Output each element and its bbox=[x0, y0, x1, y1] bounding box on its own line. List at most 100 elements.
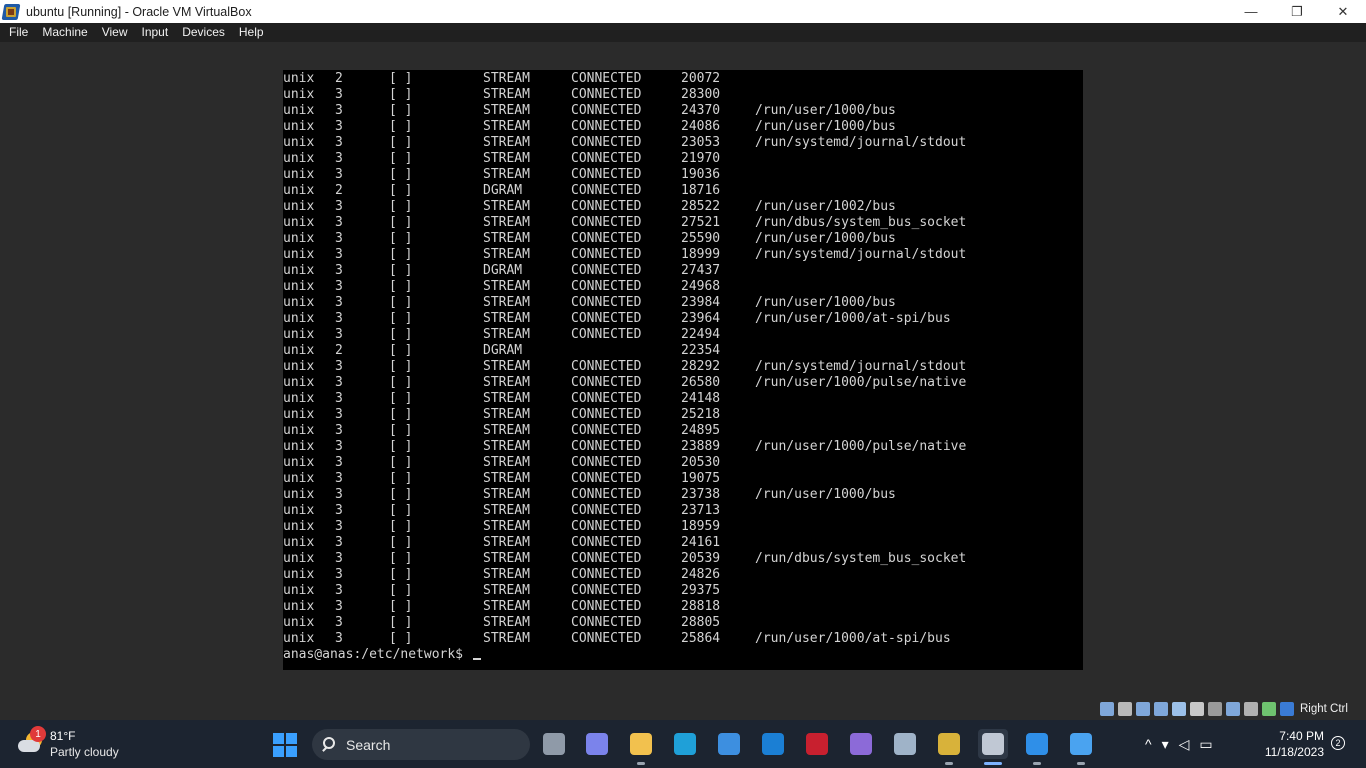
display-icon[interactable] bbox=[1190, 702, 1204, 716]
socket-state: CONNECTED bbox=[571, 71, 642, 86]
socket-type: STREAM bbox=[483, 359, 530, 374]
socket-refcnt: 3 bbox=[335, 407, 343, 422]
socket-state: CONNECTED bbox=[571, 599, 642, 614]
socket-inode: 29375 bbox=[681, 583, 721, 598]
taskbar-clock[interactable]: 7:40 PM 11/18/2023 bbox=[1258, 728, 1324, 760]
restore-button[interactable]: ❐ bbox=[1274, 0, 1320, 23]
prompt-text: anas@anas:/etc/network$ bbox=[283, 647, 471, 662]
socket-type: STREAM bbox=[483, 215, 530, 230]
host-key-label[interactable]: Right Ctrl bbox=[1300, 703, 1348, 715]
taskbar-app[interactable] bbox=[582, 729, 612, 759]
restore-icon: ❐ bbox=[1291, 3, 1303, 19]
taskbar-app[interactable] bbox=[670, 729, 700, 759]
socket-flags: [ ] bbox=[389, 551, 413, 566]
close-button[interactable]: ✕ bbox=[1320, 0, 1366, 23]
socket-refcnt: 3 bbox=[335, 535, 343, 550]
socket-state: CONNECTED bbox=[571, 519, 642, 534]
socket-type: STREAM bbox=[483, 135, 530, 150]
taskbar-search[interactable]: Search bbox=[312, 729, 530, 760]
cpu-icon[interactable] bbox=[1244, 702, 1258, 716]
taskbar-app[interactable] bbox=[978, 729, 1008, 765]
taskbar-app[interactable] bbox=[1022, 729, 1052, 765]
running-indicator bbox=[637, 762, 645, 765]
network-icon[interactable] bbox=[1136, 702, 1150, 716]
window-title: ubuntu [Running] - Oracle VM VirtualBox bbox=[26, 4, 252, 19]
start-button[interactable] bbox=[273, 733, 297, 757]
socket-refcnt: 3 bbox=[335, 567, 343, 582]
title-bar: ubuntu [Running] - Oracle VM VirtualBox … bbox=[0, 0, 1366, 23]
socket-proto: unix bbox=[283, 567, 315, 582]
shell-prompt[interactable]: anas@anas:/etc/network$ bbox=[283, 647, 481, 663]
terminal-screen[interactable]: anas@anas:/etc/network$ unix 2 [ ] STREAM CO… bbox=[283, 70, 1083, 670]
vm-status-bar: Right Ctrl bbox=[1100, 698, 1366, 720]
socket-inode: 28292 bbox=[681, 359, 721, 374]
socket-inode: 27437 bbox=[681, 263, 721, 278]
recording-icon[interactable] bbox=[1208, 702, 1222, 716]
socket-type: STREAM bbox=[483, 567, 530, 582]
socket-refcnt: 3 bbox=[335, 615, 343, 630]
taskbar-app[interactable] bbox=[890, 729, 920, 759]
socket-refcnt: 3 bbox=[335, 279, 343, 294]
running-indicator bbox=[1033, 762, 1041, 765]
menu-bar: File Machine View Input Devices Help bbox=[0, 23, 1366, 42]
battery-icon[interactable]: ▭ bbox=[1199, 736, 1212, 753]
taskbar-app[interactable] bbox=[934, 729, 964, 765]
photos-icon bbox=[1070, 733, 1092, 755]
weather-temp: 81°F bbox=[50, 729, 76, 743]
menu-file[interactable]: File bbox=[2, 23, 35, 42]
socket-flags: [ ] bbox=[389, 471, 413, 486]
menu-machine[interactable]: Machine bbox=[35, 23, 94, 42]
weather-widget[interactable]: 1 81°F Partly cloudy bbox=[16, 726, 146, 762]
socket-state: CONNECTED bbox=[571, 295, 642, 310]
socket-inode: 18999 bbox=[681, 247, 721, 262]
menu-view[interactable]: View bbox=[95, 23, 135, 42]
mouse-integration-icon[interactable] bbox=[1262, 702, 1276, 716]
taskbar-app[interactable] bbox=[714, 729, 744, 759]
socket-flags: [ ] bbox=[389, 103, 413, 118]
socket-inode: 20539 bbox=[681, 551, 721, 566]
usb-icon[interactable] bbox=[1154, 702, 1168, 716]
socket-type: STREAM bbox=[483, 103, 530, 118]
menu-input[interactable]: Input bbox=[135, 23, 176, 42]
socket-state: CONNECTED bbox=[571, 391, 642, 406]
keyboard-icon[interactable] bbox=[1280, 702, 1294, 716]
socket-state: CONNECTED bbox=[571, 551, 642, 566]
optical-drive-icon[interactable] bbox=[1100, 702, 1114, 716]
task-view-icon bbox=[543, 733, 565, 755]
taskbar-app[interactable] bbox=[802, 729, 832, 759]
volume-icon[interactable]: ◁ bbox=[1179, 736, 1190, 753]
taskbar-app[interactable] bbox=[846, 729, 876, 759]
socket-flags: [ ] bbox=[389, 247, 413, 262]
socket-type: STREAM bbox=[483, 599, 530, 614]
socket-proto: unix bbox=[283, 631, 315, 646]
socket-path: /run/systemd/journal/stdout bbox=[755, 359, 967, 374]
socket-type: STREAM bbox=[483, 583, 530, 598]
socket-refcnt: 3 bbox=[335, 103, 343, 118]
socket-inode: 18716 bbox=[681, 183, 721, 198]
show-hidden-icons-icon[interactable]: ^ bbox=[1145, 736, 1152, 752]
socket-flags: [ ] bbox=[389, 423, 413, 438]
shared-folders-icon[interactable] bbox=[1172, 702, 1186, 716]
socket-refcnt: 3 bbox=[335, 551, 343, 566]
socket-proto: unix bbox=[283, 551, 315, 566]
menu-help[interactable]: Help bbox=[232, 23, 271, 42]
text-cursor bbox=[472, 658, 481, 660]
minimize-button[interactable]: — bbox=[1228, 0, 1274, 23]
taskbar-app[interactable] bbox=[539, 729, 569, 759]
socket-flags: [ ] bbox=[389, 407, 413, 422]
socket-inode: 25218 bbox=[681, 407, 721, 422]
socket-refcnt: 3 bbox=[335, 439, 343, 454]
guest-additions-icon[interactable] bbox=[1226, 702, 1240, 716]
audio-icon[interactable] bbox=[1118, 702, 1132, 716]
taskbar-app[interactable] bbox=[626, 729, 656, 765]
socket-flags: [ ] bbox=[389, 375, 413, 390]
wifi-icon[interactable]: ▾ bbox=[1162, 736, 1169, 753]
notification-badge[interactable]: 2 bbox=[1331, 736, 1345, 750]
socket-flags: [ ] bbox=[389, 295, 413, 310]
socket-flags: [ ] bbox=[389, 231, 413, 246]
socket-proto: unix bbox=[283, 103, 315, 118]
menu-devices[interactable]: Devices bbox=[175, 23, 232, 42]
socket-refcnt: 3 bbox=[335, 263, 343, 278]
taskbar-app[interactable] bbox=[1066, 729, 1096, 765]
taskbar-app[interactable] bbox=[758, 729, 788, 759]
